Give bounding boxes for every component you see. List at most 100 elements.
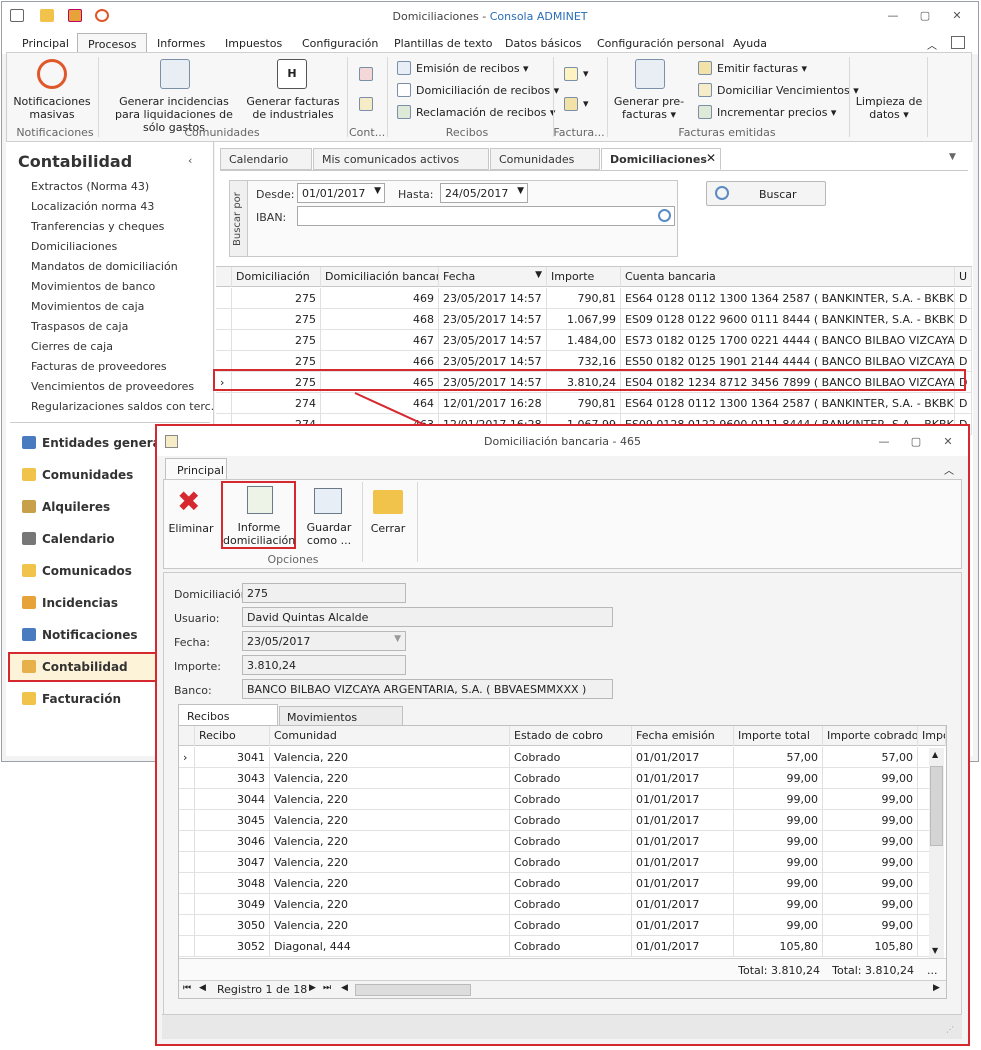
accounting-icon-1[interactable] bbox=[359, 67, 373, 81]
last-record-icon[interactable]: ⏭ bbox=[323, 983, 331, 993]
recibo-row[interactable]: 3043 Valencia, 220 Cobrado 01/01/2017 99,00 9… bbox=[179, 768, 929, 789]
limpieza-datos-button[interactable]: Limpieza de datos ▾ bbox=[855, 95, 923, 121]
col-u[interactable]: U bbox=[955, 267, 972, 287]
menu-configuracion[interactable]: Configuración bbox=[302, 37, 378, 50]
row-indicator[interactable] bbox=[179, 852, 195, 873]
guardar-como-button[interactable]: Guardar como ... bbox=[305, 521, 353, 547]
left-item-mov-caja[interactable]: Movimientos de caja bbox=[31, 300, 144, 313]
informe-domiciliacion-button[interactable]: Informe domiciliación bbox=[223, 521, 295, 547]
col-domiciliacion[interactable]: Domiciliación bbox=[232, 267, 321, 287]
row-indicator[interactable] bbox=[179, 936, 195, 957]
left-item-regularizaciones[interactable]: Regularizaciones saldos con terc... bbox=[31, 400, 221, 413]
eliminar-button[interactable]: Eliminar bbox=[167, 522, 215, 535]
row-indicator[interactable] bbox=[179, 810, 195, 831]
scroll-thumb[interactable] bbox=[930, 766, 943, 846]
factura-dropdown-1[interactable]: ▾ bbox=[583, 67, 589, 80]
resize-grip-icon[interactable]: ⋰ bbox=[946, 1025, 954, 1034]
dialog-minimize-button[interactable]: — bbox=[873, 434, 895, 450]
left-item-domiciliaciones[interactable]: Domiciliaciones bbox=[31, 240, 117, 253]
col-fecha-emision[interactable]: Fecha emisión bbox=[632, 726, 734, 746]
nav-contabilidad[interactable]: Contabilidad bbox=[42, 660, 128, 674]
menu-config-personal[interactable]: Configuración personal bbox=[597, 37, 724, 50]
next-record-icon[interactable]: ▶ bbox=[309, 983, 316, 993]
emitir-facturas-button[interactable]: Emitir facturas ▾ bbox=[717, 62, 807, 75]
left-item-mandatos[interactable]: Mandatos de domiciliación bbox=[31, 260, 178, 273]
recibo-row[interactable]: 3049 Valencia, 220 Cobrado 01/01/2017 99,00 9… bbox=[179, 894, 929, 915]
scroll-down-icon[interactable]: ▼ bbox=[932, 946, 938, 955]
row-indicator[interactable] bbox=[179, 915, 195, 936]
recibo-row[interactable]: 3046 Valencia, 220 Cobrado 01/01/2017 99,00 9… bbox=[179, 831, 929, 852]
tab-comunidades[interactable]: Comunidades bbox=[490, 148, 600, 170]
tab-domiciliaciones[interactable]: Domiciliaciones bbox=[601, 148, 721, 170]
grid-row[interactable]: 275 467 23/05/2017 14:57 1.484,00 ES73 0182 … bbox=[216, 330, 972, 351]
collapse-panel-icon[interactable]: ‹ bbox=[188, 154, 192, 167]
grid-row[interactable]: 274 464 12/01/2017 16:28 790,81 ES64 0128 01… bbox=[216, 393, 972, 414]
accounting-icon-2[interactable] bbox=[359, 97, 373, 111]
row-indicator[interactable] bbox=[179, 768, 195, 789]
minimize-button[interactable]: — bbox=[882, 8, 904, 24]
tabs-dropdown-icon[interactable]: ▼ bbox=[949, 152, 956, 162]
scroll-right-icon[interactable]: ▶ bbox=[933, 983, 940, 993]
recibo-row[interactable]: 3052 Diagonal, 444 Cobrado 01/01/2017 105,80… bbox=[179, 936, 929, 957]
close-button[interactable]: ✕ bbox=[946, 8, 968, 24]
dialog-close-button[interactable]: ✕ bbox=[937, 434, 959, 450]
factura-dropdown-2[interactable]: ▾ bbox=[583, 97, 589, 110]
hasta-input[interactable]: 24/05/2017 ▼ bbox=[440, 183, 528, 203]
nav-comunicados[interactable]: Comunicados bbox=[42, 564, 132, 578]
col-importe[interactable]: Importe bbox=[547, 267, 621, 287]
recibo-row[interactable]: 3045 Valencia, 220 Cobrado 01/01/2017 99,00 9… bbox=[179, 810, 929, 831]
col-estado[interactable]: Estado de cobro bbox=[510, 726, 632, 746]
nav-incidencias[interactable]: Incidencias bbox=[42, 596, 118, 610]
dialog-tab-principal[interactable]: Principal bbox=[165, 458, 227, 480]
recibo-row[interactable]: 3047 Valencia, 220 Cobrado 01/01/2017 99,00 9… bbox=[179, 852, 929, 873]
left-item-cierres[interactable]: Cierres de caja bbox=[31, 340, 113, 353]
col-impo[interactable]: Impo bbox=[918, 726, 946, 746]
factura-icon-2[interactable] bbox=[564, 97, 578, 111]
buscar-button[interactable]: Buscar bbox=[706, 181, 826, 206]
left-item-mov-banco[interactable]: Movimientos de banco bbox=[31, 280, 155, 293]
left-item-transferencias[interactable]: Tranferencias y cheques bbox=[31, 220, 164, 233]
menu-impuestos[interactable]: Impuestos bbox=[225, 37, 282, 50]
incrementar-precios-button[interactable]: Incrementar precios ▾ bbox=[717, 106, 836, 119]
banco-field[interactable]: BANCO BILBAO VIZCAYA ARGENTARIA, S.A. ( … bbox=[242, 679, 613, 699]
left-item-facturas-prov[interactable]: Facturas de proveedores bbox=[31, 360, 167, 373]
help-icon[interactable] bbox=[951, 36, 965, 49]
row-indicator[interactable] bbox=[216, 309, 232, 330]
emision-recibos-button[interactable]: Emisión de recibos ▾ bbox=[416, 62, 529, 75]
domiciliacion-field[interactable]: 275 bbox=[242, 583, 406, 603]
search-icon[interactable] bbox=[658, 209, 671, 222]
menu-informes[interactable]: Informes bbox=[157, 37, 205, 50]
menu-plantillas[interactable]: Plantillas de texto bbox=[394, 37, 493, 50]
first-record-icon[interactable]: ⏮ bbox=[183, 983, 191, 993]
row-indicator[interactable]: › bbox=[179, 747, 195, 768]
col-importe-total[interactable]: Importe total bbox=[734, 726, 823, 746]
nav-calendario[interactable]: Calendario bbox=[42, 532, 115, 546]
col-cuenta[interactable]: Cuenta bancaria bbox=[621, 267, 955, 287]
menu-ayuda[interactable]: Ayuda bbox=[733, 37, 767, 50]
nav-notificaciones[interactable]: Notificaciones bbox=[42, 628, 138, 642]
notificaciones-masivas-button[interactable]: Notificaciones masivas bbox=[9, 95, 95, 121]
tab-movimientos-bancarios[interactable]: Movimientos bancarios bbox=[279, 706, 403, 737]
generar-facturas-industriales-button[interactable]: Generar facturas de industriales bbox=[245, 95, 341, 121]
row-indicator[interactable] bbox=[216, 393, 232, 414]
dialog-collapse-icon[interactable]: ︿ bbox=[944, 462, 954, 477]
col-comunidad[interactable]: Comunidad bbox=[270, 726, 510, 746]
reclamacion-recibos-button[interactable]: Reclamación de recibos ▾ bbox=[416, 106, 555, 119]
col-dom-bancaria[interactable]: Domiciliación bancaria bbox=[321, 267, 439, 287]
grid-row[interactable]: 275 468 23/05/2017 14:57 1.067,99 ES09 0128 … bbox=[216, 309, 972, 330]
recibo-row[interactable]: 3044 Valencia, 220 Cobrado 01/01/2017 99,00 9… bbox=[179, 789, 929, 810]
scroll-left-icon[interactable]: ◀ bbox=[341, 983, 348, 993]
menu-principal[interactable]: Principal bbox=[22, 37, 69, 50]
generar-prefacturas-button[interactable]: Generar pre-facturas ▾ bbox=[609, 95, 689, 121]
row-indicator[interactable] bbox=[179, 873, 195, 894]
vertical-scrollbar[interactable]: ▲ ▼ bbox=[929, 748, 944, 958]
col-fecha[interactable]: Fecha ▼ bbox=[439, 267, 547, 287]
factura-icon-1[interactable] bbox=[564, 67, 578, 81]
left-item-extractos[interactable]: Extractos (Norma 43) bbox=[31, 180, 149, 193]
importe-field[interactable]: 3.810,24 bbox=[242, 655, 406, 675]
nav-comunidades[interactable]: Comunidades bbox=[42, 468, 133, 482]
left-item-vencimientos-prov[interactable]: Vencimientos de proveedores bbox=[31, 380, 194, 393]
menu-datos-basicos[interactable]: Datos básicos bbox=[505, 37, 582, 50]
collapse-ribbon-icon[interactable]: ︿ bbox=[927, 37, 937, 52]
row-indicator[interactable] bbox=[216, 330, 232, 351]
